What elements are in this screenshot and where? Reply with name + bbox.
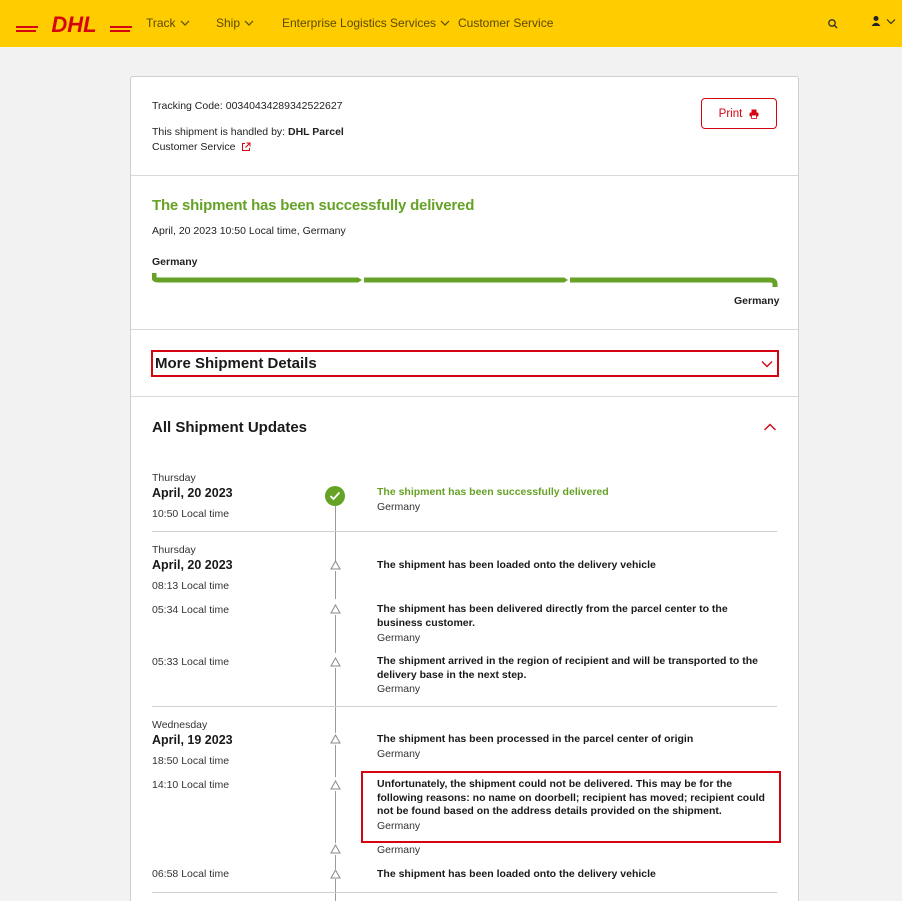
tracking-code: Tracking Code: 00340434289342522627: [152, 100, 343, 112]
highlight-box: [361, 771, 781, 843]
shipment-card: Tracking Code: 00340434289342522627 This…: [130, 76, 799, 901]
event-day: Thursday: [152, 472, 196, 484]
customer-service-label: Customer Service: [152, 141, 236, 153]
handler-name: DHL Parcel: [288, 126, 344, 138]
chevron-down-icon: [180, 20, 189, 26]
printer-icon: [749, 109, 759, 119]
print-button[interactable]: Print: [701, 98, 777, 129]
event-location: Germany: [377, 748, 421, 760]
event-text: The shipment has been delivered directly…: [377, 603, 728, 629]
event-text: The shipment has been successfully deliv…: [377, 486, 609, 498]
destination-country: Germany: [734, 295, 780, 307]
chevron-down-icon[interactable]: [886, 18, 896, 26]
brand-text: DHL: [51, 13, 96, 35]
event-location: Germany: [377, 501, 421, 513]
event-text: The shipment arrived in the region of re…: [377, 655, 758, 681]
timeline-line: [335, 571, 336, 599]
triangle-icon: [330, 869, 341, 879]
nav-item-label: Ship: [216, 16, 241, 30]
shipment-progress-bar: [152, 273, 778, 287]
event-day: Thursday: [152, 544, 196, 556]
event-time: 05:34 Local time: [152, 604, 230, 616]
event-text: The shipment has been loaded onto the de…: [377, 868, 656, 880]
event-time: 14:10 Local time: [152, 779, 230, 791]
event-time: 18:50 Local time: [152, 755, 230, 767]
event-day: Wednesday: [152, 719, 208, 731]
event-time: 08:13 Local time: [152, 580, 230, 592]
handled-by: This shipment is handled by: DHL Parcel: [152, 126, 344, 138]
chevron-down-icon: [440, 20, 450, 26]
chevron-down-icon: [244, 20, 254, 26]
nav-item-customer-service[interactable]: Customer Service: [458, 16, 553, 30]
event-time: 06:58 Local time: [152, 868, 230, 880]
user-icon[interactable]: [871, 15, 881, 27]
nav-item-label: Enterprise Logistics Services: [282, 16, 437, 30]
timeline-line: [335, 879, 336, 901]
event-date: April, 19 2023: [152, 733, 233, 747]
chevron-up-icon[interactable]: [763, 422, 777, 432]
top-nav-bar: DHL Track Ship Enterprise Logistics Serv…: [0, 0, 902, 47]
nav-item-enterprise[interactable]: Enterprise Logistics Services: [282, 16, 450, 30]
timeline-line: [335, 791, 336, 843]
event-time: 10:50 Local time: [152, 508, 230, 520]
triangle-icon: [330, 604, 341, 614]
section-divider: [131, 329, 798, 330]
all-updates-title: All Shipment Updates: [152, 419, 308, 436]
more-shipment-details-toggle[interactable]: More Shipment Details: [151, 350, 779, 377]
day-divider: [152, 531, 777, 532]
event-date: April, 20 2023: [152, 558, 233, 572]
nav-item-label: Customer Service: [458, 16, 554, 30]
section-divider: [131, 175, 798, 176]
timeline-line: [335, 855, 336, 869]
nav-item-label: Track: [146, 16, 176, 30]
event-text: The shipment has been loaded onto the de…: [377, 559, 656, 571]
timeline-line: [335, 668, 336, 733]
timeline-line: [335, 615, 336, 653]
handled-by-label: This shipment is handled by:: [152, 126, 288, 138]
triangle-icon: [330, 657, 341, 667]
event-text: The shipment has been processed in the p…: [377, 733, 694, 745]
section-divider: [131, 396, 798, 397]
dhl-logo[interactable]: DHL: [16, 13, 132, 35]
more-details-label: More Shipment Details: [155, 355, 317, 372]
customer-service-link[interactable]: Customer Service: [152, 141, 251, 153]
external-link-icon: [242, 142, 251, 151]
timeline-line: [335, 506, 336, 567]
print-label: Print: [718, 107, 743, 120]
delivery-datetime: April, 20 2023 10:50 Local time, Germany: [152, 225, 346, 237]
origin-country: Germany: [152, 256, 198, 268]
event-location: Germany: [377, 632, 421, 644]
event-location: Germany: [377, 683, 421, 695]
day-divider: [152, 706, 777, 707]
triangle-icon: [330, 734, 341, 744]
day-divider: [152, 892, 777, 893]
search-icon[interactable]: [827, 18, 839, 30]
triangle-icon: [330, 560, 341, 570]
triangle-icon: [330, 844, 341, 854]
chevron-down-icon: [761, 360, 773, 367]
timeline-line: [335, 745, 336, 777]
event-time: 05:33 Local time: [152, 656, 230, 668]
nav-item-track[interactable]: Track: [146, 16, 190, 30]
event-date: April, 20 2023: [152, 486, 233, 500]
nav-item-ship[interactable]: Ship: [216, 16, 254, 30]
delivery-status-title: The shipment has been successfully deliv…: [152, 197, 475, 214]
delivered-check-icon: [325, 486, 345, 506]
triangle-icon: [330, 780, 341, 790]
event-location: Germany: [377, 844, 421, 856]
